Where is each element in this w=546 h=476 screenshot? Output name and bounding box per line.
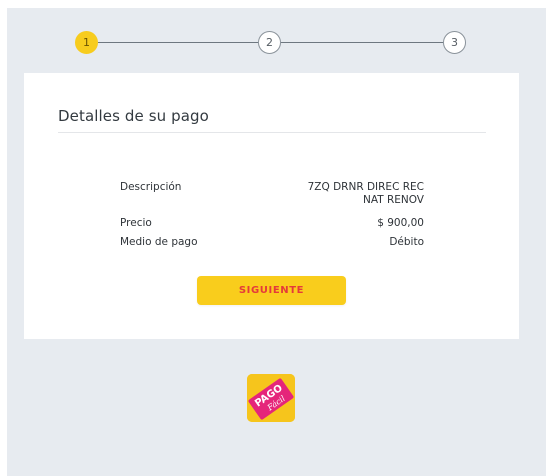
title-divider xyxy=(58,132,486,133)
step-2-indicator: 2 xyxy=(258,31,281,54)
payment-method-row: Medio de pago Débito xyxy=(120,236,424,249)
description-value-line1: 7ZQ DRNR DIREC REC xyxy=(307,181,424,193)
step-2-number: 2 xyxy=(266,36,273,49)
description-row: Descripción 7ZQ DRNR DIREC REC NAT RENOV xyxy=(120,181,424,209)
step-connector-1-2 xyxy=(98,42,258,43)
payment-method-label: Medio de pago xyxy=(120,236,198,248)
progress-stepper: 1 2 3 xyxy=(7,8,546,68)
payment-details-card: Detalles de su pago Descripción 7ZQ DRNR… xyxy=(24,73,519,339)
page-background: 1 2 3 Detalles de su pago Descripción 7Z… xyxy=(7,8,546,476)
payment-method-value: Débito xyxy=(389,236,424,248)
next-button[interactable]: SIGUIENTE xyxy=(197,276,346,305)
pago-facil-logo: PAGO Fácil xyxy=(247,374,295,422)
step-3-indicator: 3 xyxy=(443,31,466,54)
step-1-number: 1 xyxy=(83,36,90,49)
step-1-indicator: 1 xyxy=(75,31,98,54)
step-connector-2-3 xyxy=(281,42,443,43)
pago-facil-logo-mark: PAGO Fácil xyxy=(247,374,295,422)
description-value: 7ZQ DRNR DIREC REC NAT RENOV xyxy=(308,181,424,207)
price-label: Precio xyxy=(120,217,152,229)
price-value: $ 900,00 xyxy=(377,217,424,229)
price-row: Precio $ 900,00 xyxy=(120,217,424,230)
card-title: Detalles de su pago xyxy=(58,107,209,125)
description-label: Descripción xyxy=(120,181,182,193)
description-value-line2: NAT RENOV xyxy=(362,194,424,206)
step-3-number: 3 xyxy=(451,36,458,49)
